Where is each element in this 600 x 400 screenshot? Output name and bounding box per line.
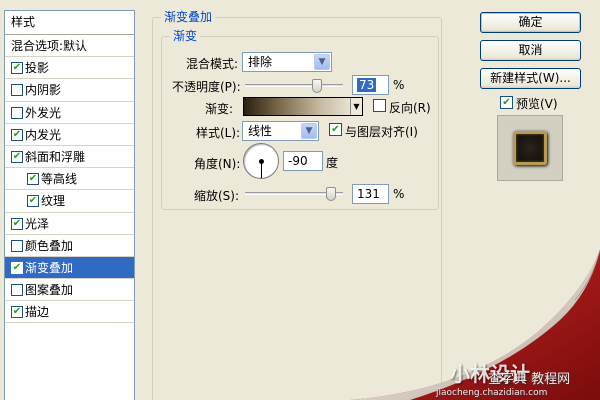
style-list-item[interactable]: 外发光 [5,102,134,124]
align-with-layer-checkbox[interactable]: ✔ [329,123,342,136]
style-list-item[interactable]: ✔ 内发光 [5,124,134,146]
style-list-label: 描边 [25,305,50,320]
style-list-item[interactable]: 内阴影 [5,79,134,102]
watermark-site: 查字典 教程网 [488,372,571,387]
angle-hub [259,159,264,164]
style-list-label: 外发光 [25,105,62,120]
style-checkbox[interactable]: ✔ [11,217,23,230]
opacity-label: 不透明度(P): [172,80,241,94]
angle-unit: 度 [326,156,339,170]
scale-label: 缩放(S): [194,189,240,203]
gradient-group-title: 渐变 [170,29,201,43]
chevron-down-icon: ▼ [314,54,330,70]
style-checkbox[interactable]: ✔ [11,128,23,141]
preview-check-mark: ✔ [502,97,511,108]
style-checkbox[interactable] [11,284,23,297]
opacity-input[interactable]: 73 [352,75,389,95]
gradient-style-select[interactable]: 线性 ▼ [242,121,319,141]
style-checkbox[interactable] [11,106,23,119]
preview-label: 预览(V) [516,97,558,111]
reverse-label: 反向(R) [389,101,431,115]
style-list-item[interactable]: ✔ 斜面和浮雕 [5,146,134,169]
scale-slider-thumb[interactable] [325,187,336,201]
style-list-item[interactable]: ✔ 投影 [5,57,134,80]
blend-mode-value: 排除 [248,55,273,69]
ok-button[interactable]: 确定 [480,12,581,33]
style-checkbox[interactable]: ✔ [27,195,39,208]
gradient-style-value: 线性 [248,124,273,138]
cancel-button[interactable]: 取消 [480,40,581,61]
style-preview [497,115,563,181]
scale-input[interactable]: 131 [352,184,389,204]
opacity-slider-track[interactable] [245,84,343,87]
style-list-item[interactable]: ✔ 光泽 [5,213,134,235]
reverse-checkbox[interactable] [373,99,386,112]
style-checkbox[interactable] [11,239,23,252]
style-checkbox[interactable]: ✔ [11,150,23,163]
watermark-url: jiaocheng.chazidian.com [436,388,548,398]
new-style-button[interactable]: 新建样式(W)... [480,68,581,89]
style-list-label: 内发光 [25,127,62,142]
gradient-label: 渐变: [205,102,234,116]
style-list-label: 等高线 [41,172,78,187]
blend-options-item[interactable]: 混合选项:默认 [5,35,134,58]
style-checkbox[interactable] [11,84,23,97]
opacity-value: 73 [357,78,377,92]
preview-checkbox[interactable]: ✔ [500,96,513,109]
blend-mode-select[interactable]: 排除 ▼ [242,52,332,72]
scale-unit: % [393,187,405,201]
style-list-label: 渐变叠加 [25,260,74,275]
style-list-item[interactable]: 颜色叠加 [5,235,134,257]
style-list-label: 纹理 [41,194,66,209]
align-check-mark: ✔ [331,124,340,135]
angle-dial[interactable] [243,143,279,179]
scale-value: 131 [357,187,380,201]
style-checkbox[interactable]: ✔ [11,306,23,319]
style-list-label: 颜色叠加 [25,238,74,253]
style-list-item[interactable]: ✔ 等高线 [5,168,134,191]
style-checkbox[interactable]: ✔ [11,62,23,75]
blend-options-label: 混合选项:默认 [11,39,88,53]
angle-value: -90 [288,154,308,168]
style-list-label: 光泽 [25,216,50,231]
style-list-label: 内阴影 [25,83,62,98]
style-list-header[interactable]: 样式 [5,11,134,35]
preview-thumbnail [513,131,547,165]
gradient-swatch[interactable] [243,97,363,116]
blend-mode-label: 混合模式: [186,57,239,71]
style-list-item[interactable]: ✔ 渐变叠加 [5,256,134,280]
style-list-item[interactable]: ✔ 纹理 [5,190,134,213]
align-with-layer-label: 与图层对齐(I) [345,125,418,139]
gradient-overlay-title: 渐变叠加 [161,10,216,24]
style-list: 样式 混合选项:默认 ✔ 投影 内阴影 外发光 ✔ 内发光 ✔ 斜面和浮雕 ✔ 等高线 ✔ 纹理 ✔ 光泽… [4,10,135,400]
style-label: 样式(L): [196,126,241,140]
style-list-item[interactable]: 图案叠加 [5,279,134,302]
opacity-unit: % [393,78,405,92]
style-list-item[interactable]: ✔ 描边 [5,301,134,324]
angle-input[interactable]: -90 [283,151,323,171]
angle-label: 角度(N): [194,157,241,171]
style-checkbox[interactable]: ✔ [27,173,39,186]
chevron-down-icon: ▼ [301,123,317,139]
style-checkbox[interactable]: ✔ [11,261,23,274]
opacity-slider-thumb[interactable] [311,79,322,93]
gradient-dropdown-icon[interactable]: ▼ [350,98,362,115]
style-list-label: 投影 [25,61,50,76]
style-list-label: 斜面和浮雕 [25,149,86,164]
style-list-label: 图案叠加 [25,283,74,298]
